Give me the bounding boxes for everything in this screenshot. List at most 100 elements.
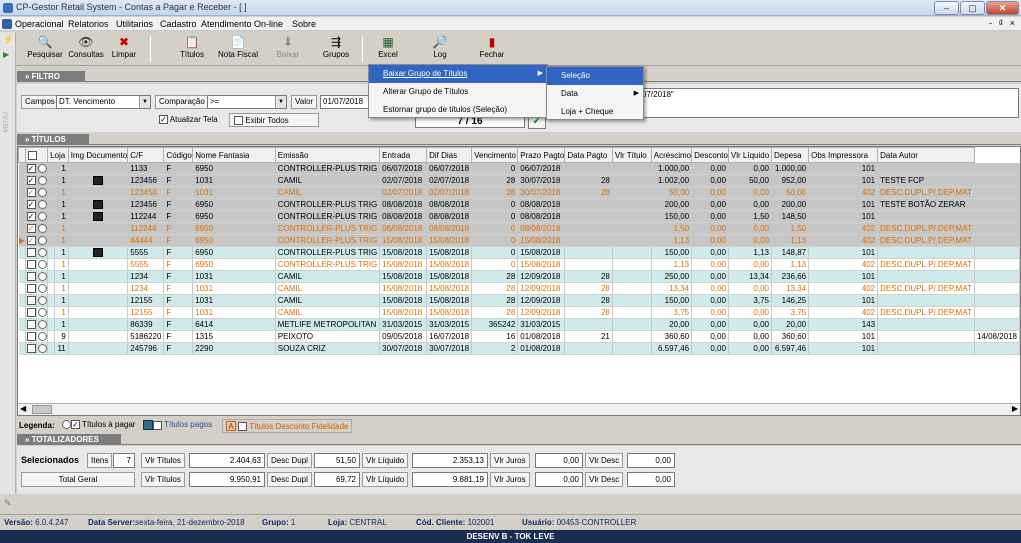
scroll-right-icon[interactable]: ▶ xyxy=(1012,404,1018,413)
row-checkbox[interactable]: ✓ xyxy=(25,174,38,187)
row-checkbox[interactable]: ✓ xyxy=(25,198,38,211)
mdi-child-icon[interactable] xyxy=(2,19,12,29)
cell-img[interactable] xyxy=(68,174,129,187)
side-menu-label[interactable]: MENU xyxy=(3,112,13,133)
row-checkbox[interactable] xyxy=(25,342,38,355)
col-data-pagto[interactable]: Data Pagto xyxy=(564,147,613,163)
table-row[interactable]: ▶ ✓ 1 44444 F 6950 CONTROLLER-PLUS TRIG 15/08/2… xyxy=(18,234,1020,247)
table-row[interactable]: ✓ 1 123456 F 1031 CAMIL 02/07/2018 02/07/2018 28… xyxy=(18,186,1020,199)
col-documento[interactable]: Img Documento xyxy=(67,147,129,163)
col-obs[interactable]: Obs Impressora xyxy=(808,147,879,163)
menu-utilitarios[interactable]: Utilitarios xyxy=(116,19,153,29)
consultas-button[interactable]: 👁 Consultas xyxy=(66,34,106,64)
row-checkbox[interactable]: ✓ xyxy=(25,234,38,247)
table-row[interactable]: ✓ 1 112244 F 6950 CONTROLLER-PLUS TRIG 08/08/2… xyxy=(18,222,1020,235)
legend-pagos[interactable]: Títulos pagos xyxy=(143,420,212,430)
row-radio[interactable] xyxy=(36,330,49,343)
table-row[interactable]: 1 12155 F 1031 CAMIL 15/08/2018 15/08/2018 28 12… xyxy=(18,294,1020,307)
titulos-grid[interactable]: Loja Img Documento C/F Código Nome Fanta… xyxy=(17,146,1021,416)
col-depesa[interactable]: Depesa xyxy=(770,147,810,163)
fechar-button[interactable]: ▮ Fechar xyxy=(472,34,512,64)
row-radio[interactable] xyxy=(36,162,49,175)
col-prazo[interactable]: Prazo Pagto xyxy=(517,147,566,163)
row-checkbox[interactable] xyxy=(25,318,38,331)
col-desconto[interactable]: Desconto xyxy=(691,147,729,163)
baixar-button[interactable]: ⬇ Baixar xyxy=(268,34,308,64)
legend-a-pagar[interactable]: ✓ Títulos à pagar xyxy=(61,420,135,430)
col-vlr-titulo[interactable]: Vlr Título xyxy=(611,147,652,163)
col-dif-dias[interactable]: Dif Dias xyxy=(426,147,473,163)
row-checkbox[interactable] xyxy=(25,306,38,319)
row-radio[interactable] xyxy=(36,222,49,235)
row-radio[interactable] xyxy=(36,210,49,223)
scroll-left-icon[interactable]: ◀ xyxy=(20,404,26,413)
table-row[interactable]: 1 5555 F 6950 CONTROLLER-PLUS TRIG 15/08/2018… xyxy=(18,258,1020,271)
table-row[interactable]: 1 12155 F 1031 CAMIL 15/08/2018 15/08/2018 28 12… xyxy=(18,306,1020,319)
nota-fiscal-button[interactable]: 📄 Nota Fiscal xyxy=(216,34,260,64)
menu-selecao[interactable]: Seleção xyxy=(547,67,643,85)
menu-operacional[interactable]: Operacional xyxy=(15,19,64,29)
table-row[interactable]: 1 1234 F 1031 CAMIL 15/08/2018 15/08/2018 28 12/… xyxy=(18,270,1020,283)
menu-atendimento[interactable]: Atendimento On-line xyxy=(201,19,283,29)
menu-alterar-grupo[interactable]: Alterar Grupo de Títulos xyxy=(369,83,547,101)
row-radio[interactable] xyxy=(36,282,49,295)
row-radio[interactable] xyxy=(36,198,49,211)
row-checkbox[interactable]: ✓ xyxy=(25,162,38,175)
row-radio[interactable] xyxy=(36,342,49,355)
col-select[interactable] xyxy=(24,147,49,163)
row-radio[interactable] xyxy=(36,234,49,247)
menu-data[interactable]: Data ▶ xyxy=(547,85,643,103)
row-radio[interactable] xyxy=(36,246,49,259)
grupos-button[interactable]: ⇶ Grupos xyxy=(316,34,356,64)
comparacao-select[interactable]: >= ▼ xyxy=(207,95,287,109)
play-icon[interactable]: ▶ xyxy=(3,50,9,59)
col-nome[interactable]: Nome Fantasia xyxy=(192,147,276,163)
table-row[interactable]: ✓ 1 123456 F 1031 CAMIL 02/07/2018 02/07/2018 28… xyxy=(18,174,1020,187)
col-acrescimo[interactable]: Acréscimo xyxy=(650,147,693,163)
col-vencimento[interactable]: Vencimento xyxy=(471,147,519,163)
row-checkbox[interactable]: ✓ xyxy=(25,186,38,199)
filter-expression[interactable]: 07/2018" xyxy=(639,88,1019,118)
table-row[interactable]: ✓ 1 123456 F 6950 CONTROLLER-PLUS TRIG 08/08/2… xyxy=(18,198,1020,211)
col-cf[interactable]: C/F xyxy=(127,147,165,163)
campos-select[interactable]: DT. Vencimento ▼ xyxy=(56,95,151,109)
menu-relatorios[interactable]: Relatorios xyxy=(68,19,109,29)
table-row[interactable]: 1 1234 F 1031 CAMIL 15/08/2018 15/08/2018 28 12/… xyxy=(18,282,1020,295)
close-button[interactable]: ✕ xyxy=(986,1,1019,15)
menu-estornar-grupo[interactable]: Estornar grupo de títulos (Seleção) xyxy=(369,101,547,119)
table-row[interactable]: 1 86339 F 6414 METLIFE METROPOLITAN 31/03/201… xyxy=(18,318,1020,331)
row-checkbox[interactable] xyxy=(25,246,38,259)
table-row[interactable]: 9 5186220 F 1315 PEIXOTO 09/05/2018 16/07/2018… xyxy=(18,330,1020,343)
menu-sobre[interactable]: Sobre xyxy=(292,19,316,29)
row-checkbox[interactable] xyxy=(25,282,38,295)
cell-img[interactable] xyxy=(68,210,129,223)
horizontal-scrollbar[interactable]: ◀ ▶ xyxy=(18,403,1020,415)
log-button[interactable]: 🔎 Log xyxy=(420,34,460,64)
table-row[interactable]: ✓ 1 112244 F 6950 CONTROLLER-PLUS TRIG 08/08/2… xyxy=(18,210,1020,223)
bolt-icon[interactable]: ⚡ xyxy=(3,34,14,45)
table-row[interactable]: ✓ 1 1133 F 6950 CONTROLLER-PLUS TRIG 06/07/201… xyxy=(18,162,1020,175)
row-checkbox[interactable]: ✓ xyxy=(25,210,38,223)
col-data-autor[interactable]: Data Autor xyxy=(877,147,975,163)
excel-button[interactable]: ▦ Excel xyxy=(368,34,408,64)
exibir-todos-checkbox[interactable]: Exibir Todos xyxy=(229,113,319,127)
minimize-button[interactable]: – xyxy=(934,1,959,15)
row-radio[interactable] xyxy=(36,174,49,187)
row-checkbox[interactable] xyxy=(25,258,38,271)
row-checkbox[interactable] xyxy=(25,294,38,307)
row-checkbox[interactable] xyxy=(25,270,38,283)
pencil-icon[interactable]: ✎ xyxy=(4,498,12,509)
row-radio[interactable] xyxy=(36,306,49,319)
row-checkbox[interactable] xyxy=(25,330,38,343)
scroll-thumb[interactable] xyxy=(32,405,52,414)
col-codigo[interactable]: Código xyxy=(163,147,194,163)
titulos-button[interactable]: 📋 Títulos xyxy=(172,34,212,64)
valor-input[interactable]: 01/07/2018 xyxy=(320,95,370,109)
cell-img[interactable] xyxy=(68,246,129,259)
row-radio[interactable] xyxy=(36,270,49,283)
menu-cadastro[interactable]: Cadastro xyxy=(160,19,197,29)
row-radio[interactable] xyxy=(36,186,49,199)
atualizar-tela-checkbox[interactable]: ✓ Atualizar Tela xyxy=(159,115,218,125)
legend-desconto[interactable]: A Títulos Desconto Fidelidade xyxy=(222,419,353,434)
limpar-button[interactable]: ✖ Limpar xyxy=(104,34,144,64)
